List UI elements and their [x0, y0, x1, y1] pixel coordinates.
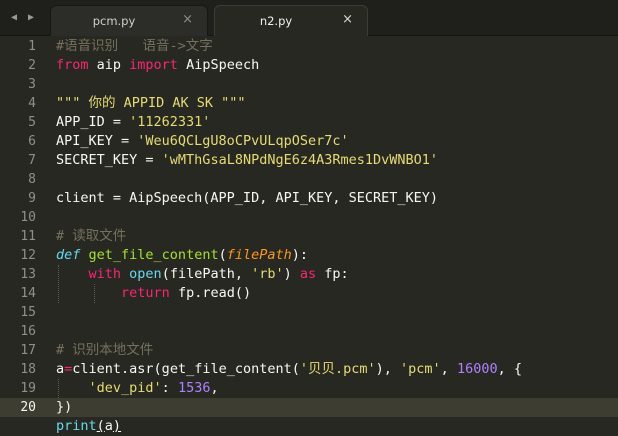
variable: APP_ID = [56, 114, 130, 130]
code-line-4: """ 你的 APPID AK SK """ [56, 94, 618, 113]
tab-scroll-left-icon[interactable]: ◀ [9, 12, 19, 24]
line-number: 10 [20, 210, 36, 225]
paren: ): [291, 247, 309, 263]
docstring: """ 你的 APPID AK SK """ [56, 95, 246, 111]
comment: # 识别本地文件 [56, 342, 154, 358]
module-name: aip [88, 57, 130, 73]
line-number: 14 [20, 286, 36, 301]
line-number: 6 [28, 134, 36, 149]
string: 'wMThGsaL8NPdNgE6z4A3Rmes1DvWNBO1' [161, 152, 439, 168]
variable: SECRET_KEY = [56, 152, 162, 168]
code-line-11: # 读取文件 [56, 227, 618, 246]
comment: # 读取文件 [56, 228, 127, 244]
code-line-19: }) [56, 398, 618, 417]
line-number: 8 [28, 172, 36, 187]
string: '11262331' [129, 114, 211, 130]
code-line-6: API_KEY = 'Weu6QCLgU8oCPvULqpOSer7c' [56, 132, 618, 151]
string: 'Weu6QCLgU8oCPvULqpOSer7c' [137, 133, 349, 149]
arguments: (filePath, [161, 266, 252, 282]
keyword: with [88, 266, 122, 282]
line-number: 11 [20, 229, 36, 244]
import-name: AipSpeech [177, 57, 260, 73]
line-number: 19 [20, 381, 36, 396]
code-line-12: def get_file_content(filePath): [56, 246, 618, 265]
code-area[interactable]: #语音识别 语音->文字 from aip import AipSpeech "… [56, 36, 618, 432]
keyword: as [299, 266, 317, 282]
tab-close-icon[interactable]: × [182, 13, 193, 27]
line-number: 2 [28, 58, 36, 73]
tab-n2-py[interactable]: n2.py × [214, 5, 368, 36]
code-line-2: from aip import AipSpeech [56, 56, 618, 75]
code-line-18: 'dev_pid': 1536, [56, 379, 618, 398]
line-number: 16 [20, 324, 36, 339]
tab-pcm-py[interactable]: pcm.py × [50, 5, 208, 36]
line-number: 4 [28, 96, 36, 111]
statement: client = AipSpeech(APP_ID, API_KEY, SECR… [56, 190, 439, 206]
expression: fp.read() [169, 285, 252, 301]
number: 16000 [456, 361, 498, 377]
tab-close-icon[interactable]: × [342, 13, 353, 27]
line-number: 1 [28, 39, 36, 54]
punctuation: , [440, 361, 457, 377]
code-line-5: APP_ID = '11262331' [56, 113, 618, 132]
punctuation: , { [497, 361, 522, 377]
variable: a [56, 361, 65, 377]
line-number: 12 [20, 248, 36, 263]
code-line-14: return fp.read() [56, 284, 618, 303]
line-number: 7 [28, 153, 36, 168]
keyword: return [121, 285, 170, 301]
string: '贝贝.pcm' [299, 361, 376, 377]
code-line-1: #语音识别 语音->文字 [56, 37, 618, 56]
tab-label: pcm.py [92, 14, 136, 28]
variable: API_KEY = [56, 133, 138, 149]
line-number: 15 [20, 305, 36, 320]
code-line-9: client = AipSpeech(APP_ID, API_KEY, SECR… [56, 189, 618, 208]
keyword: from [56, 57, 89, 73]
code-line-16: # 识别本地文件 [56, 341, 618, 360]
parameter: filePath [226, 247, 292, 263]
line-number: 5 [28, 115, 36, 130]
builtin: open [129, 266, 162, 282]
tab-scroll-right-icon[interactable]: ▶ [26, 12, 36, 24]
call: client.asr(get_file_content( [72, 361, 300, 377]
tab-label: n2.py [259, 14, 293, 28]
line-number: 9 [28, 191, 36, 206]
target: fp: [316, 266, 349, 282]
tab-bar: ◀ ▶ pcm.py × n2.py × [0, 0, 618, 36]
comment: #语音识别 语音->文字 [56, 38, 213, 54]
line-number: 13 [20, 267, 36, 282]
line-number: 17 [20, 343, 36, 358]
keyword: import [129, 57, 178, 73]
punctuation: ), [375, 361, 401, 377]
string: 'pcm' [400, 361, 441, 377]
string: 'rb' [251, 266, 284, 282]
line-number: 18 [20, 362, 36, 377]
code-line-7: SECRET_KEY = 'wMThGsaL8NPdNgE6z4A3Rmes1D… [56, 151, 618, 170]
function-name: get_file_content [88, 247, 219, 263]
punctuation: , [210, 380, 219, 396]
code-line-20: print(a) [56, 417, 618, 436]
paren: ( [218, 247, 227, 263]
arguments: ) [283, 266, 300, 282]
line-number-current: 20 [20, 400, 36, 415]
keyword: def [56, 247, 81, 263]
code-line-17: a=client.asr(get_file_content('贝贝.pcm'),… [56, 360, 618, 379]
punctuation: : [161, 380, 178, 396]
line-number: 3 [28, 77, 36, 92]
number: 1536 [177, 380, 211, 396]
code-editor[interactable]: 1 2 3 4 5 6 7 8 9 10 11 12 13 14 15 16 1… [0, 36, 618, 434]
code-line-13: with open(filePath, 'rb') as fp: [56, 265, 618, 284]
string: 'dev_pid' [88, 380, 162, 396]
line-number-gutter: 1 2 3 4 5 6 7 8 9 10 11 12 13 14 15 16 1… [0, 36, 48, 432]
punctuation: }) [56, 399, 73, 415]
